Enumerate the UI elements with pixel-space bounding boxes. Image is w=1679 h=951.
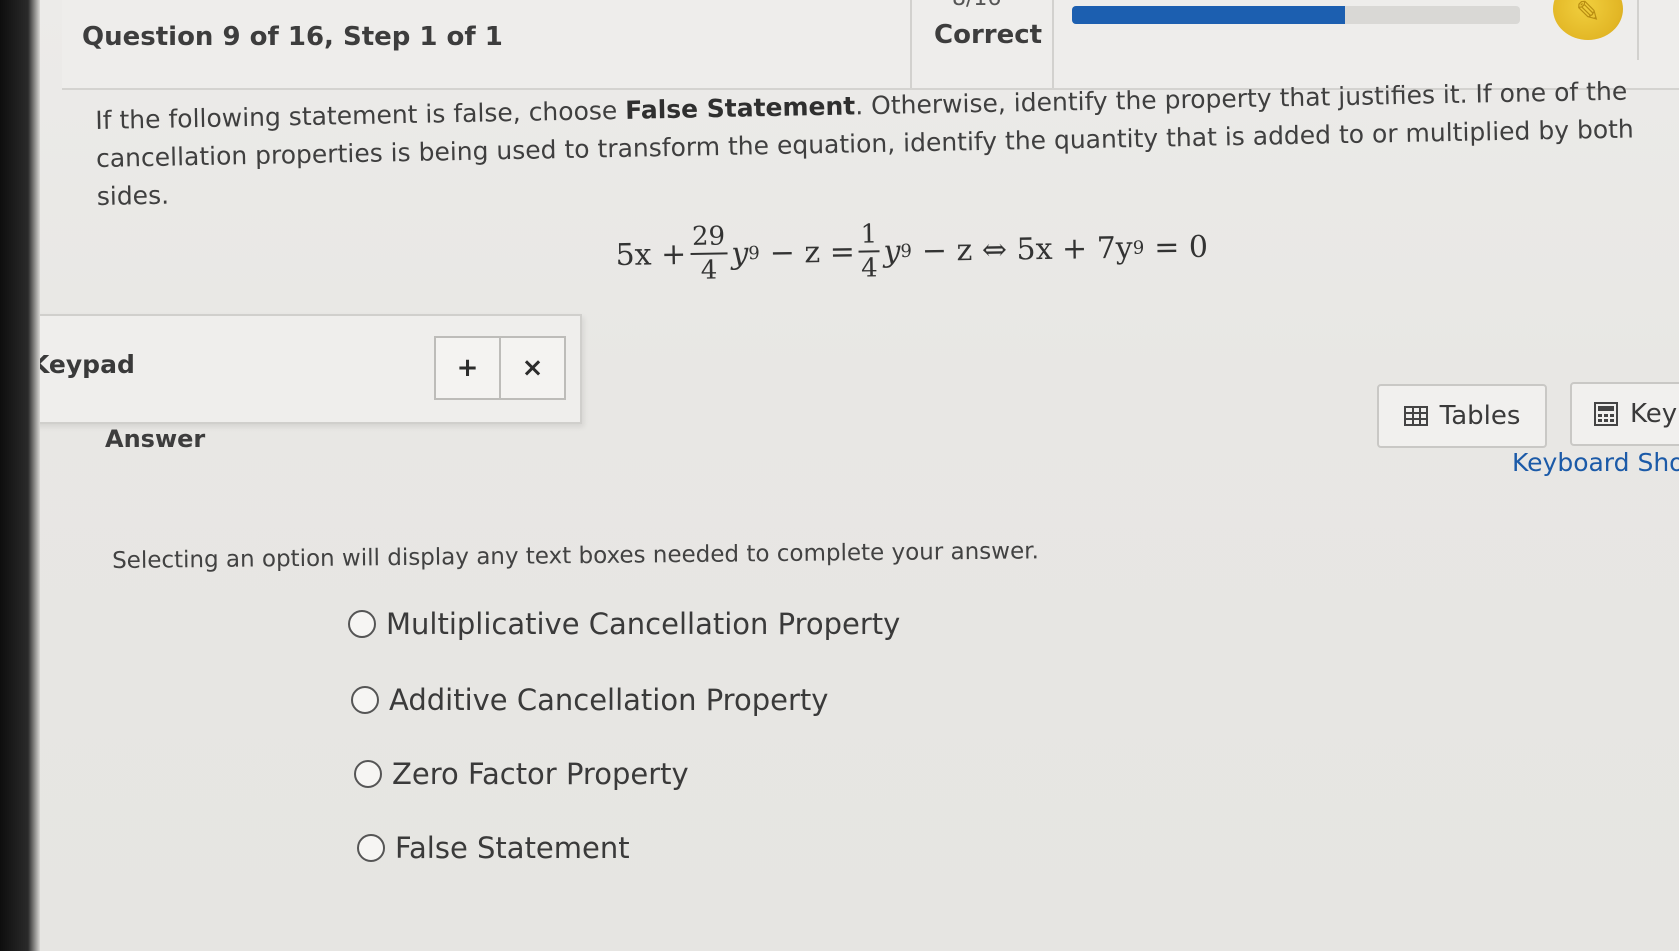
option-label: Multiplicative Cancellation Property (386, 607, 901, 641)
equation-exponent: 9 (900, 240, 912, 262)
header-divider (1052, 0, 1054, 88)
header-divider (1637, 0, 1639, 60)
equation-variable: y (731, 235, 749, 271)
option-additive-cancellation[interactable]: Additive Cancellation Property (351, 683, 828, 717)
option-multiplicative-cancellation[interactable]: Multiplicative Cancellation Property (348, 607, 900, 641)
fraction-denominator: 4 (860, 253, 878, 284)
fraction: 1 4 (858, 218, 880, 284)
radio-button[interactable] (357, 834, 385, 862)
option-label: False Statement (395, 831, 630, 865)
progress-fill (1072, 6, 1346, 24)
question-text-part: If the following statement is false, cho… (95, 95, 626, 135)
keypad-controls: + × (434, 336, 566, 400)
tables-button[interactable]: Tables (1377, 384, 1547, 448)
equation-exponent: 9 (748, 242, 760, 264)
option-false-statement[interactable]: False Statement (357, 831, 630, 865)
keypad-label: Keypad (30, 350, 135, 379)
fraction-numerator: 29 (689, 220, 728, 255)
table-icon (1403, 406, 1428, 426)
keyboard-label: Key (1630, 399, 1678, 429)
radio-button[interactable] (354, 760, 382, 788)
fraction: 29 4 (689, 220, 728, 287)
score-count: 8/16 (952, 0, 1001, 11)
answer-instruction: Selecting an option will display any tex… (112, 538, 1039, 574)
option-label: Additive Cancellation Property (389, 683, 829, 717)
question-text-part: . Otherwise, identify the property that … (95, 76, 1635, 211)
header-divider (910, 0, 912, 88)
equation-term: − z = (769, 234, 856, 271)
tables-label: Tables (1439, 401, 1521, 431)
keypad-panel: Keypad + × (8, 314, 582, 424)
expand-icon[interactable]: + (436, 338, 499, 398)
equation-variable: y (883, 233, 901, 269)
screen: Question 9 of 16, Step 1 of 1 8/16 Corre… (0, 0, 1679, 951)
keyboard-shortcuts-link[interactable]: Keyboard Sho (1512, 448, 1679, 477)
equation-exponent: 9 (1132, 237, 1145, 259)
option-zero-factor[interactable]: Zero Factor Property (354, 757, 689, 791)
fraction-numerator: 1 (858, 218, 880, 253)
calculator-icon (1594, 402, 1618, 426)
option-label: Zero Factor Property (392, 757, 689, 791)
equation-term: = 0 (1153, 229, 1209, 265)
fraction-denominator: 4 (700, 255, 718, 286)
screen-bezel (0, 0, 40, 951)
question-text: If the following statement is false, cho… (95, 72, 1677, 216)
score-label: Correct (934, 20, 1043, 50)
keyboard-button[interactable]: Key (1570, 382, 1679, 446)
question-bold-term: False Statement (624, 91, 856, 125)
progress-bar (1072, 6, 1520, 24)
equation-term: − z ⇔ 5x + 7y (921, 230, 1133, 269)
answer-label: Answer (105, 425, 206, 453)
radio-button[interactable] (351, 686, 379, 714)
equation: 5x + 29 4 y9 − z = 1 4 y9 − z ⇔ 5x + 7y 9… (615, 207, 1209, 295)
equation-term: 5x + (615, 236, 687, 273)
question-title: Question 9 of 16, Step 1 of 1 (82, 22, 503, 52)
close-icon[interactable]: × (499, 338, 564, 398)
radio-button[interactable] (348, 610, 376, 638)
